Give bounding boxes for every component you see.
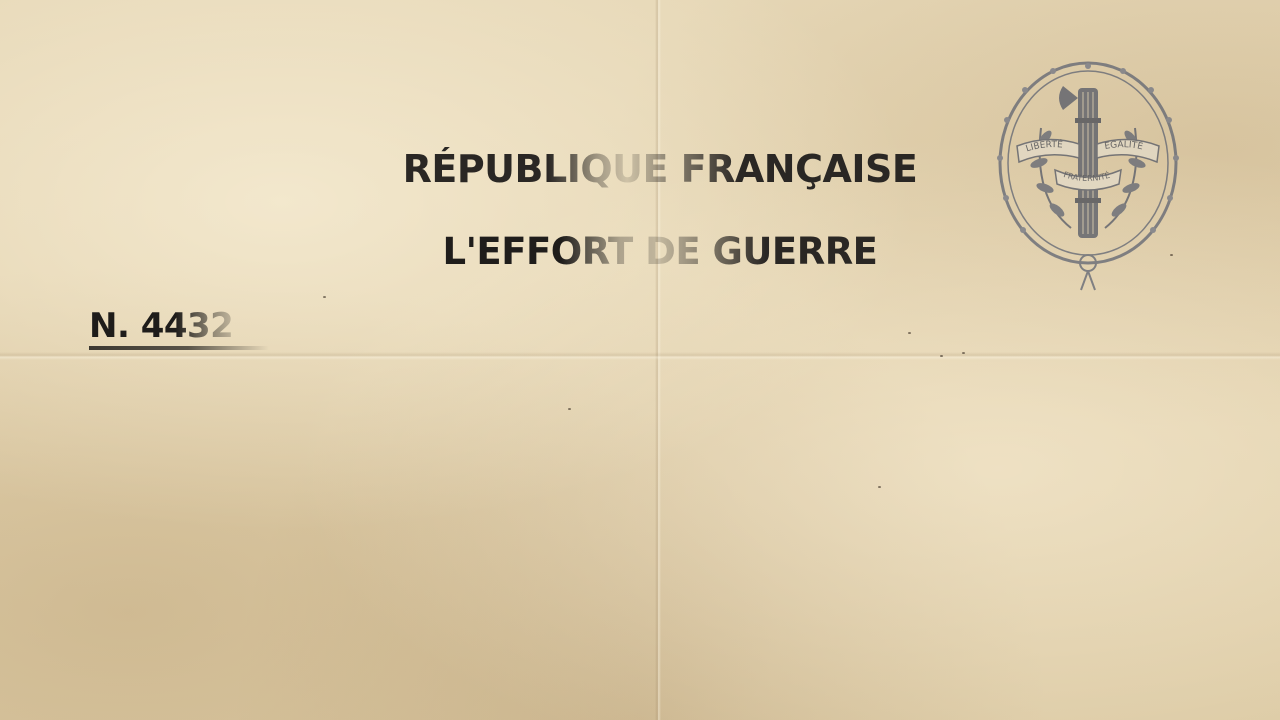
horizontal-fold-crease	[0, 352, 1280, 360]
document-subheading: L'EFFORT DE GUERRE	[330, 230, 990, 273]
document-number: N. 4432	[89, 306, 234, 346]
republic-seal-icon: LIBERTÉ EGALITÉ FRATERNITÉ	[997, 61, 1179, 291]
paper-speck	[568, 408, 571, 410]
document-number-underline	[89, 346, 269, 350]
document-heading: RÉPUBLIQUE FRANÇAISE	[330, 147, 990, 191]
paper-speck	[908, 332, 911, 334]
paper-speck	[962, 352, 965, 354]
paper-speck	[940, 355, 943, 357]
paper-speck	[323, 296, 326, 298]
paper-speck	[878, 486, 881, 488]
war-effort-document: RÉPUBLIQUE FRANÇAISE L'EFFORT DE GUERRE …	[0, 0, 1280, 720]
vertical-fold-crease	[655, 0, 661, 720]
